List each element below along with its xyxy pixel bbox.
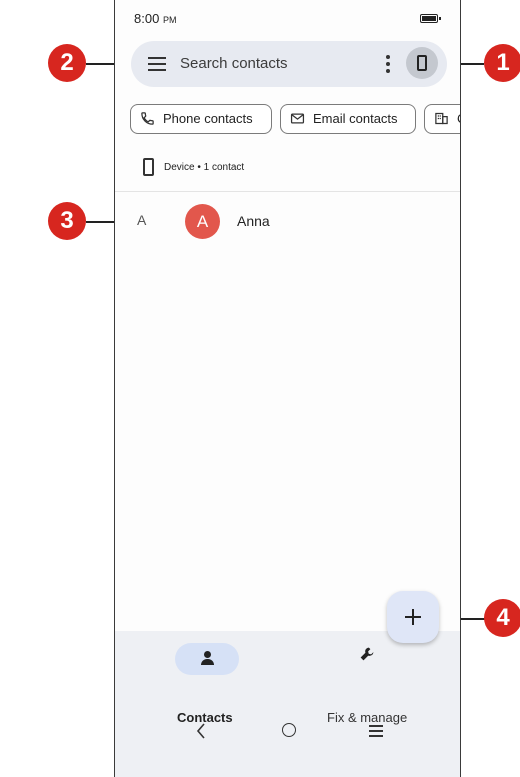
- add-contact-button[interactable]: [387, 591, 439, 643]
- battery-icon: [420, 14, 441, 23]
- person-icon: [201, 651, 214, 667]
- divider: [115, 191, 460, 192]
- chip-label: Email contacts: [313, 111, 398, 126]
- device-icon: [417, 55, 427, 71]
- account-label: Device • 1 contact: [164, 162, 245, 173]
- account-switcher-button[interactable]: [406, 47, 438, 79]
- recents-icon[interactable]: [369, 724, 383, 737]
- chip-company[interactable]: C: [424, 104, 460, 134]
- nav-label-fix-manage[interactable]: Fix & manage: [327, 710, 407, 725]
- nav-item-contacts[interactable]: [175, 643, 239, 675]
- callout-4: 4: [484, 599, 520, 637]
- status-time-value: 8:00: [134, 11, 160, 26]
- device-icon: [143, 158, 154, 176]
- contact-name[interactable]: Anna: [237, 213, 270, 229]
- phone-icon: [141, 112, 154, 125]
- chip-email-contacts[interactable]: Email contacts: [280, 104, 416, 134]
- section-letter: A: [137, 212, 147, 228]
- chip-label: C: [457, 111, 460, 126]
- chip-phone-contacts[interactable]: Phone contacts: [130, 104, 272, 134]
- more-options-icon[interactable]: [385, 55, 391, 73]
- mail-icon: [290, 113, 305, 124]
- chip-label: Phone contacts: [163, 111, 253, 126]
- menu-icon[interactable]: [148, 57, 166, 71]
- bottom-navigation: Contacts Fix & manage: [115, 631, 460, 777]
- search-bar[interactable]: Search contacts: [131, 41, 447, 87]
- wrench-icon[interactable]: [358, 645, 376, 663]
- status-time-ampm: PM: [162, 15, 177, 25]
- home-icon[interactable]: [282, 723, 296, 737]
- search-input[interactable]: Search contacts: [180, 55, 288, 72]
- avatar[interactable]: A: [185, 204, 220, 239]
- callout-2: 2: [48, 44, 86, 82]
- building-icon: [435, 112, 448, 125]
- callout-1: 1: [484, 44, 520, 82]
- status-time: 8:00 PM: [134, 11, 176, 26]
- callout-3: 3: [48, 202, 86, 240]
- back-icon[interactable]: [196, 723, 206, 739]
- phone-screen: 8:00 PM Search contacts Phone contacts E…: [114, 0, 461, 777]
